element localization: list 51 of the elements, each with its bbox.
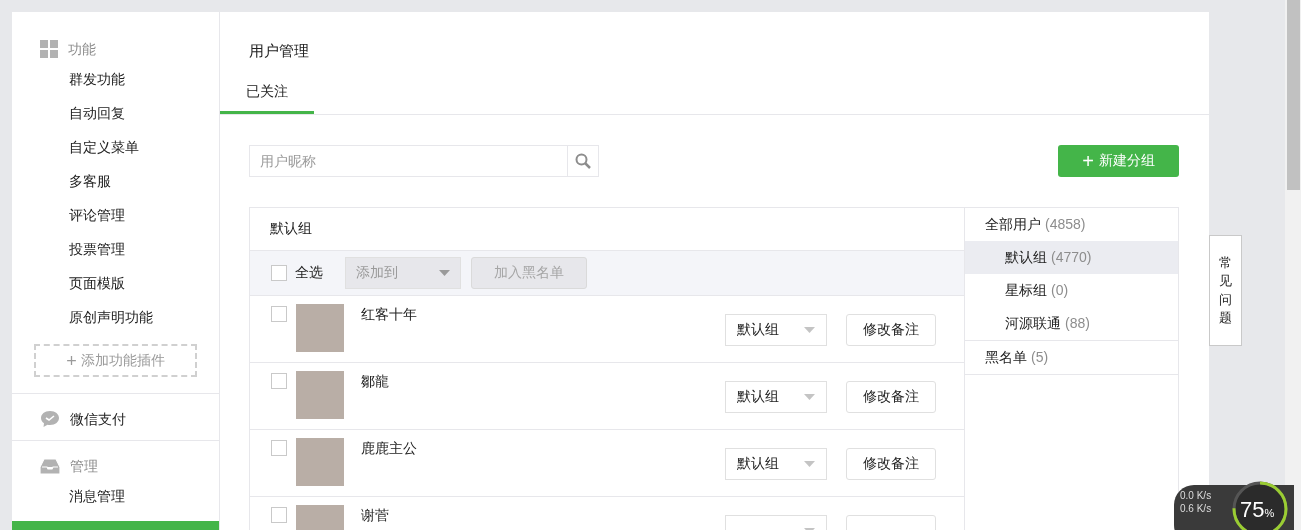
sidebar-item[interactable]: 群发功能 [12,62,219,96]
grid-icon [40,40,58,58]
sidebar-item[interactable]: 消息管理 [12,479,219,513]
checkbox[interactable] [271,305,287,322]
photo-placeholder [296,303,344,352]
sidebar-item[interactable]: 自动回复 [12,96,219,130]
scrollbar[interactable] [1285,0,1301,530]
caret-icon [804,326,815,333]
search-field[interactable]: 用户昵称 [249,144,568,177]
sidebar-item[interactable]: 多客服 [12,164,219,198]
sidebar-item[interactable]: 页面模版 [12,266,219,300]
download-speed: 0.6 K/s [1180,502,1213,515]
tab[interactable]: 已关注 [220,80,314,114]
group-dropdown[interactable]: 默认组 [725,313,827,346]
checkbox[interactable] [271,439,287,456]
group-dropdown[interactable]: 默认组 [725,447,827,480]
inbox-icon [40,457,60,475]
sidebar-section-title[interactable]: 微信支付 [70,408,126,430]
group-dropdown[interactable]: 默认组 [725,380,827,413]
percent-sign: % [1264,506,1275,521]
caret-icon [804,393,815,400]
caret-icon [439,269,450,276]
sidebar-item[interactable]: 原创声明功能 [12,300,219,334]
sidebar-section-title: 功能 [68,39,96,59]
gauge-ring [1230,479,1290,530]
user-name: 红客十年 [361,304,417,324]
gauge-percent: 75 [1240,499,1265,521]
chat-bubble-icon [40,410,60,428]
edit-remark-button[interactable]: 修改备注 [846,380,936,413]
sidebar-item[interactable]: 自定义菜单 [12,130,219,164]
edit-remark-button[interactable]: 修改备注 [846,313,936,346]
user-name: 鄒龍 [361,371,389,391]
group-list-item[interactable]: 默认组 (4770) [965,240,1178,274]
user-name: 谢菅 [361,505,389,525]
group-title: 默认组 [270,219,312,238]
page-title: 用户管理 [249,41,310,61]
sidebar-item[interactable]: 评论管理 [12,198,219,232]
faq-tab[interactable]: 常见问题 [1209,235,1242,346]
photo-placeholder [296,370,344,419]
caret-icon [804,460,815,467]
checkbox[interactable] [271,264,287,281]
checkbox[interactable] [271,506,287,523]
search-icon[interactable] [575,152,591,169]
edit-remark-button[interactable]: 修改备注 [846,447,936,480]
checkbox[interactable] [271,372,287,389]
user-name: 鹿鹿主公 [361,438,417,458]
select-all-label[interactable]: 全选 [295,262,323,283]
sidebar-item[interactable]: 投票管理 [12,232,219,266]
sidebar-section-title: 管理 [70,456,98,476]
upload-speed: 0.0 K/s [1180,489,1213,502]
photo-placeholder [296,437,344,486]
